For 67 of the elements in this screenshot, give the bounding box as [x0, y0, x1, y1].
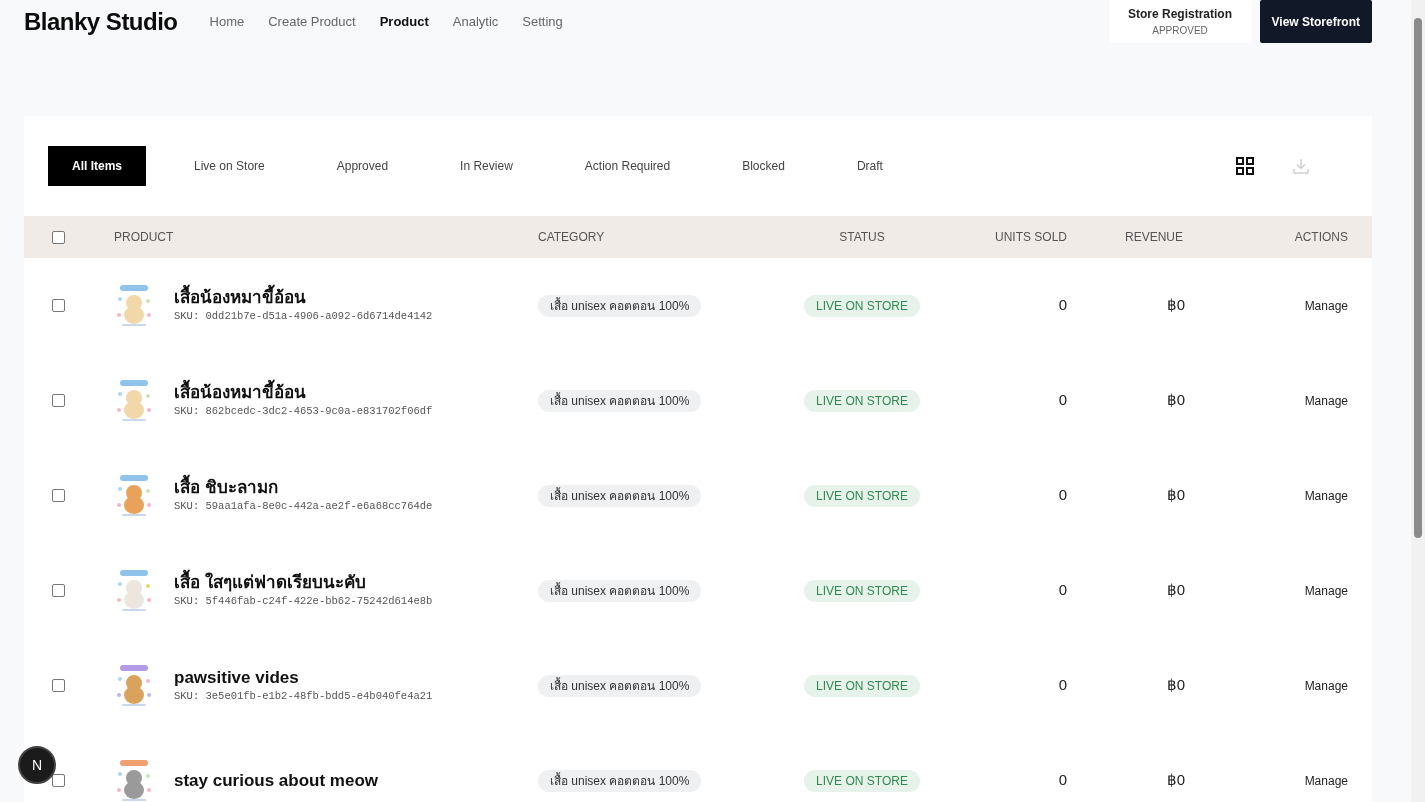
- units-sold: 0: [1058, 675, 1067, 696]
- category-tag: เสื้อ unisex คอตตอน 100%: [538, 674, 702, 697]
- checkbox[interactable]: [52, 489, 65, 502]
- manage-button[interactable]: Manage: [1304, 676, 1372, 695]
- category-tag: เสื้อ unisex คอตตอน 100%: [538, 769, 702, 792]
- product-sku: SKU: 3e5e01fb-e1b2-48fb-bdd5-e4b040fe4a21: [174, 688, 433, 704]
- column-header: CATEGORY: [537, 229, 605, 246]
- view-storefront-button[interactable]: View Storefront: [1259, 0, 1372, 43]
- checkbox[interactable]: [52, 394, 65, 407]
- revenue: ฿0: [1166, 390, 1185, 411]
- filter-tab[interactable]: All Items: [48, 146, 146, 186]
- category-tag: เสื้อ unisex คอตตอน 100%: [538, 389, 702, 412]
- product-name[interactable]: เสื้อน้องหมาขี้อ้อน: [174, 381, 433, 404]
- column-header: STATUS: [839, 229, 885, 246]
- status-tag: LIVE ON STORE: [804, 579, 920, 602]
- checkbox[interactable]: [52, 774, 65, 787]
- product-sku: SKU: 5f446fab-c24f-422e-bb62-75242d614e8b: [174, 593, 433, 609]
- column-header: REVENUE: [1125, 229, 1184, 246]
- status-tag: LIVE ON STORE: [804, 484, 920, 507]
- status-tag: LIVE ON STORE: [804, 674, 920, 697]
- revenue: ฿0: [1166, 580, 1185, 601]
- dev-badge[interactable]: N: [18, 746, 56, 784]
- revenue: ฿0: [1166, 295, 1185, 316]
- product-name[interactable]: เสื้อ ใสๆแต่ฟาดเรียบนะคับ: [174, 571, 433, 594]
- category-tag: เสื้อ unisex คอตตอน 100%: [538, 294, 702, 317]
- product-name[interactable]: stay curious about meow: [174, 769, 379, 792]
- revenue: ฿0: [1166, 675, 1185, 696]
- checkbox[interactable]: [52, 230, 65, 244]
- nav-link[interactable]: Home: [209, 11, 245, 32]
- status-tag: LIVE ON STORE: [804, 769, 920, 792]
- revenue: ฿0: [1166, 770, 1185, 791]
- grid-view-icon[interactable]: [1236, 157, 1254, 175]
- product-name[interactable]: เสื้อ ชิบะลามก: [174, 476, 433, 499]
- column-header: UNITS SOLD: [995, 229, 1067, 246]
- units-sold: 0: [1058, 295, 1067, 316]
- manage-button[interactable]: Manage: [1304, 486, 1372, 505]
- product-sku: SKU: 59aa1afa-8e0c-442a-ae2f-e6a68cc764de: [174, 498, 433, 514]
- checkbox[interactable]: [52, 679, 65, 692]
- status-tag: LIVE ON STORE: [804, 389, 920, 412]
- units-sold: 0: [1058, 390, 1067, 411]
- units-sold: 0: [1058, 580, 1067, 601]
- nav-link[interactable]: Create Product: [268, 11, 356, 32]
- nav-link[interactable]: Analytic: [452, 11, 499, 32]
- logo[interactable]: Blanky Studio: [24, 3, 178, 40]
- product-name[interactable]: เสื้อน้องหมาขี้อ้อน: [174, 286, 433, 309]
- product-sku: SKU: 0dd21b7e-d51a-4906-a092-6d6714de4142: [174, 308, 433, 324]
- product-name[interactable]: pawsitive vides: [174, 666, 433, 689]
- manage-button[interactable]: Manage: [1304, 296, 1372, 315]
- manage-button[interactable]: Manage: [1304, 771, 1372, 790]
- nav-link[interactable]: Product: [379, 11, 429, 32]
- manage-button[interactable]: Manage: [1304, 391, 1372, 410]
- units-sold: 0: [1058, 485, 1067, 506]
- registration-title: Store Registration: [1128, 6, 1233, 23]
- column-header: PRODUCT: [113, 229, 174, 246]
- manage-button[interactable]: Manage: [1304, 581, 1372, 600]
- checkbox[interactable]: [52, 299, 65, 312]
- category-tag: เสื้อ unisex คอตตอน 100%: [538, 579, 702, 602]
- product-sku: SKU: 862bcedc-3dc2-4653-9c0a-e831702f06df: [174, 403, 433, 419]
- checkbox[interactable]: [52, 584, 65, 597]
- nav-link[interactable]: Setting: [522, 11, 563, 32]
- status-tag: LIVE ON STORE: [804, 294, 920, 317]
- registration-status: APPROVED: [1152, 24, 1208, 38]
- column-header: ACTIONS: [1294, 229, 1349, 246]
- scrollbar[interactable]: [1411, 0, 1425, 802]
- revenue: ฿0: [1166, 485, 1185, 506]
- units-sold: 0: [1058, 770, 1067, 791]
- category-tag: เสื้อ unisex คอตตอน 100%: [538, 484, 702, 507]
